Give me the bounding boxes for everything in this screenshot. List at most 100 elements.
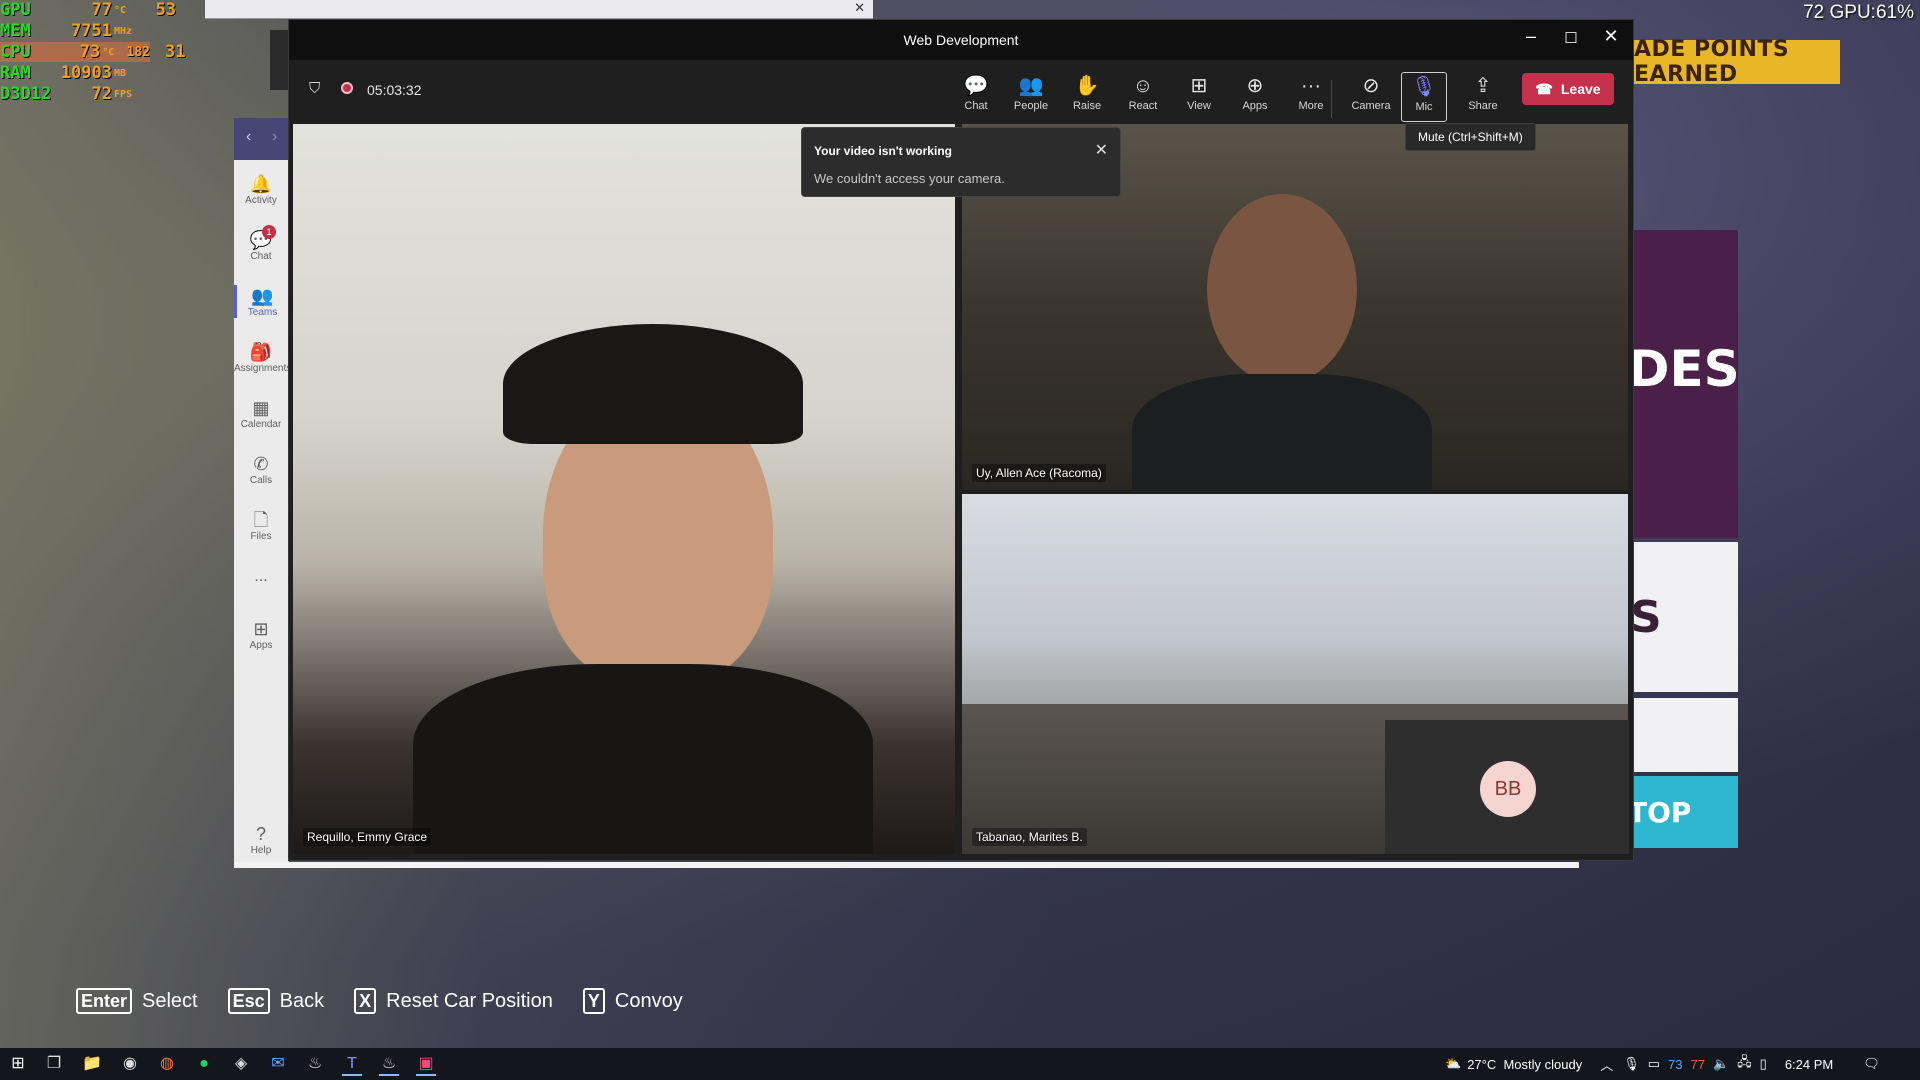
teams-window-bottom	[234, 862, 1579, 868]
osd-value-cpu-clock: 182	[126, 44, 151, 60]
rail-item-help[interactable]: ? Help	[234, 823, 288, 856]
osd-unit: FPS	[114, 88, 133, 100]
mic-icon[interactable]: 🎙	[1623, 1056, 1640, 1072]
raise-hand-button[interactable]: ✋ Raise	[1060, 72, 1114, 122]
camera-button[interactable]: ⊘ Camera	[1344, 72, 1398, 122]
button-label: People	[1013, 100, 1049, 112]
notification-icon[interactable]: 🗨	[1863, 1056, 1880, 1072]
react-button[interactable]: ☺ React	[1116, 72, 1170, 122]
steam-icon[interactable]: ♨	[305, 1054, 325, 1074]
close-icon[interactable]: ✕	[1095, 140, 1108, 160]
meeting-titlebar: Web Development – ☐ ✕	[289, 20, 1633, 60]
hint-label: Reset Car Position	[386, 989, 553, 1012]
smile-icon: ☺	[1132, 75, 1154, 97]
teams-app-rail: 🔔 Activity 💬 Chat 1 👥 Teams 🎒 Assignments ▦ C…	[234, 118, 292, 868]
tray-temp-cpu: 73	[1668, 1056, 1683, 1072]
rail-item-calendar[interactable]: ▦ Calendar	[234, 397, 288, 430]
rail-item-activity[interactable]: 🔔 Activity	[234, 173, 288, 206]
game-icon[interactable]: ▣	[416, 1054, 436, 1076]
taskbar: ⊞ ❐ 📁 ◉ ◍ ● ◈ ✉ ♨ T ♨ ▣ ⛅ 27°C Mostly cl…	[0, 1048, 1920, 1080]
game-side-card-2[interactable]	[1628, 698, 1738, 772]
leave-label: Leave	[1560, 81, 1601, 97]
rail-item-files[interactable]: 🗋 Files	[234, 509, 288, 542]
task-view-icon[interactable]: ❐	[44, 1054, 64, 1074]
steam-game-icon[interactable]: ♨	[379, 1054, 399, 1076]
participant-name: Tabanao, Marites B.	[972, 828, 1087, 846]
rail-item-assignments[interactable]: 🎒 Assignments	[234, 341, 292, 374]
osd-value: 7751	[71, 21, 112, 41]
game-cta-button[interactable]: TOP	[1628, 776, 1738, 848]
display-icon[interactable]: ▭	[1648, 1056, 1660, 1072]
rail-nav-header: ‹ ›	[234, 118, 288, 160]
chrome-icon[interactable]: ◉	[120, 1054, 140, 1074]
rail-item-apps[interactable]: ⊞ Apps	[234, 618, 288, 651]
apps-button[interactable]: ⊕ Apps	[1228, 72, 1282, 122]
osd-label: RAM	[0, 63, 31, 83]
chat-icon: 💬	[963, 75, 989, 97]
weather-icon[interactable]: ⛅	[1445, 1056, 1461, 1072]
osd-label: MEM	[0, 21, 31, 41]
chat-button[interactable]: 💬 Chat	[949, 72, 1003, 122]
close-icon[interactable]: ✕	[1591, 26, 1631, 47]
background-window-bar: ✕	[205, 0, 873, 19]
rail-label: Assignments	[234, 363, 292, 374]
participant-name: Uy, Allen Ace (Racoma)	[972, 464, 1106, 482]
teams-icon[interactable]: T	[342, 1054, 362, 1076]
rail-item-chat[interactable]: 💬 Chat 1	[234, 225, 288, 262]
osd-row-gpu: GPU 77 °C 53	[0, 0, 176, 20]
points-banner: ADE POINTS EARNED	[1620, 37, 1840, 87]
firefox-icon[interactable]: ◍	[157, 1054, 177, 1074]
people-button[interactable]: 👥 People	[1004, 72, 1058, 122]
share-icon: ⇪	[1474, 75, 1492, 97]
people-icon: 👥	[1018, 75, 1044, 97]
clock[interactable]: 6:24 PM	[1785, 1057, 1833, 1072]
osd-label: GPU	[0, 0, 31, 20]
close-icon[interactable]: ✕	[854, 0, 865, 16]
rail-item-more[interactable]: ...	[234, 568, 288, 586]
help-icon: ?	[255, 824, 266, 844]
button-label: Apps	[1242, 100, 1268, 112]
rail-item-teams[interactable]: 👥 Teams	[234, 285, 288, 318]
shield-icon[interactable]: ⛉	[309, 80, 320, 97]
rail-label: Chat	[250, 251, 272, 262]
leave-button[interactable]: ☎ Leave	[1522, 73, 1614, 105]
network-icon[interactable]: 🖧	[1737, 1053, 1752, 1075]
button-label: Chat	[964, 100, 988, 112]
windows-start-icon[interactable]: ⊞	[8, 1054, 28, 1074]
folder-icon[interactable]: 📁	[82, 1054, 102, 1074]
maximize-icon[interactable]: ☐	[1551, 29, 1591, 47]
rail-label: Activity	[245, 195, 277, 206]
mic-button[interactable]: 🎙 Mic	[1401, 72, 1447, 122]
chevron-right-icon[interactable]: ›	[272, 128, 277, 146]
volume-icon[interactable]: 🔈	[1713, 1056, 1729, 1072]
chevron-left-icon[interactable]: ‹	[246, 128, 251, 146]
more-icon: ...	[254, 568, 268, 585]
share-button[interactable]: ⇪ Share	[1456, 72, 1510, 122]
mail-icon[interactable]: ✉	[268, 1054, 288, 1074]
button-label: Share	[1468, 100, 1498, 112]
osd-value: 72	[91, 84, 112, 104]
button-label: Camera	[1351, 100, 1391, 112]
toolbar-divider	[1331, 80, 1332, 118]
osd-label: D3D12	[0, 84, 52, 104]
hint-label: Select	[142, 989, 198, 1012]
game-side-card[interactable]: S	[1628, 542, 1738, 692]
weather-text[interactable]: 27°C Mostly cloudy	[1467, 1057, 1582, 1072]
hint-select: Enter Select	[76, 988, 198, 1014]
spotify-icon[interactable]: ●	[194, 1054, 214, 1074]
battery-icon[interactable]: ▯	[1760, 1056, 1767, 1072]
more-button[interactable]: ··· More	[1284, 72, 1338, 122]
minimize-icon[interactable]: –	[1511, 26, 1551, 47]
rail-item-calls[interactable]: ✆ Calls	[234, 453, 288, 486]
avatar: BB	[1480, 761, 1536, 817]
chevron-up-icon[interactable]: ︿	[1600, 1055, 1613, 1074]
app-icon[interactable]: ◈	[231, 1054, 251, 1074]
osd-unit: °C	[114, 4, 127, 16]
video-tile-participant-1[interactable]: Requillo, Emmy Grace	[293, 124, 955, 854]
controller-hints: Enter Select Esc Back X Reset Car Positi…	[76, 988, 713, 1014]
game-side-text: DES	[1628, 340, 1740, 398]
osd-label: CPU	[0, 42, 31, 62]
osd-unit: °C	[102, 46, 115, 58]
rail-label: Apps	[249, 640, 273, 651]
view-button[interactable]: ⊞ View	[1172, 72, 1226, 122]
